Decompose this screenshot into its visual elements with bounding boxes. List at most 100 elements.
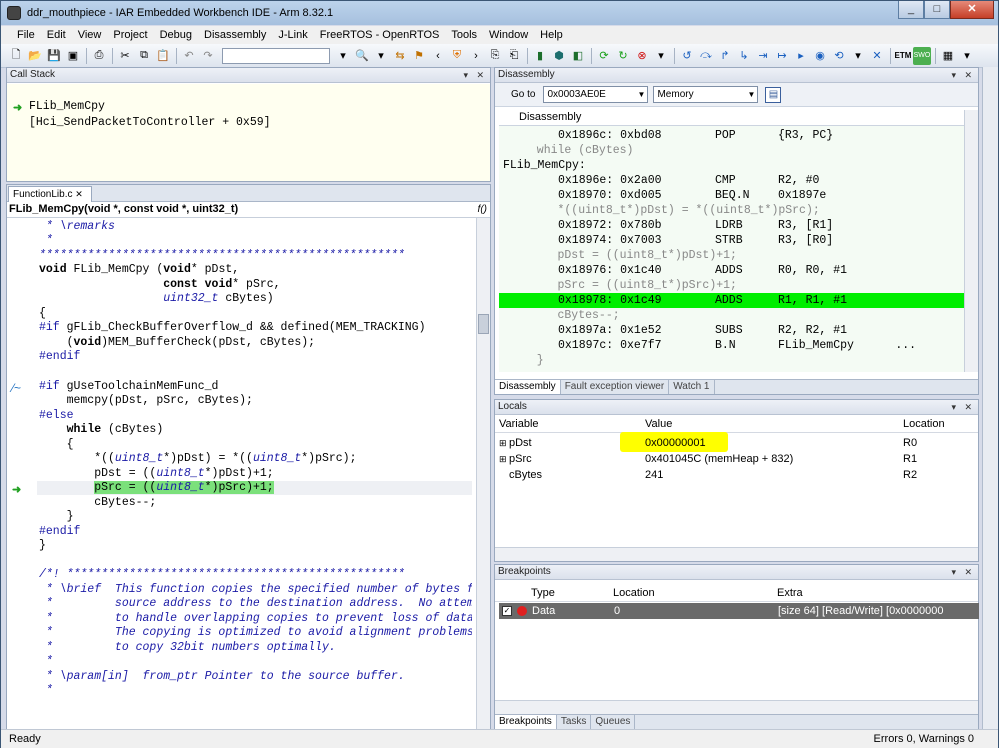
call-stack-frame[interactable]: [Hci_SendPacketToController + 0x59] [29,116,271,130]
prev-bookmark-icon[interactable]: ‹ [429,47,447,65]
tab-disassembly[interactable]: Disassembly [495,380,561,394]
step-out-icon[interactable]: ⇥ [754,47,772,65]
breakpoints-horizontal-scrollbar[interactable] [495,700,978,714]
disassembly-row[interactable]: } [499,353,964,368]
column-extra[interactable]: Extra [777,587,803,599]
disassembly-row[interactable]: pDst = ((uint8_t*)pDst)+1; [499,248,964,263]
tab-tasks[interactable]: Tasks [557,715,592,729]
disassembly-row[interactable]: 0x18974: 0x7003 STRB R3, [R0] [499,233,964,248]
tab-breakpoints[interactable]: Breakpoints [495,715,557,729]
restart-icon[interactable]: ⟲ [830,47,848,65]
locals-row[interactable]: cBytes 241 R2 [495,467,965,483]
paste-icon[interactable]: 📋 [154,47,172,65]
disassembly-row[interactable]: 0x18970: 0xd005 BEQ.N 0x1897e [499,188,964,203]
find-icon[interactable]: 🔍 [353,47,371,65]
tab-watch-1[interactable]: Watch 1 [669,380,715,394]
disassembly-row[interactable]: FLib_MemCpy: [499,158,964,173]
tab-fault-exception-viewer[interactable]: Fault exception viewer [561,380,670,394]
toggle-bookmark-icon[interactable]: ⚑ [410,47,428,65]
stop-build-icon[interactable]: ◧ [569,47,587,65]
goto-icon[interactable]: ⇆ [391,47,409,65]
expand-icon[interactable]: ⊞ [499,435,507,451]
panel-controls[interactable]: ▾ ✕ [463,68,487,82]
disassembly-row[interactable]: 0x1897c: 0xe7f7 B.N FLib_MemCpy ... [499,338,964,353]
make-icon[interactable]: ⬢ [550,47,568,65]
disassembly-listing[interactable]: 0x1896c: 0xbd08 POP {R3, PC} while (cBytes… [499,126,964,372]
menu-jlink[interactable]: J-Link [272,29,313,41]
expand-icon[interactable]: ⊞ [499,451,507,467]
save-all-icon[interactable]: ▣ [64,47,82,65]
go-icon[interactable]: ◉ [811,47,829,65]
new-file-icon[interactable]: 🗋 [7,47,25,65]
navigate-forward-icon[interactable]: ⎗ [505,47,523,65]
download-debug-icon[interactable]: ⟳ [595,47,613,65]
restart-dropdown-icon[interactable]: ▾ [849,47,867,65]
panel-controls[interactable]: ▾ ✕ [951,400,975,414]
undo-icon[interactable]: ↶ [180,47,198,65]
goto-address-combo[interactable]: 0x0003AE0E ▼ [543,86,649,103]
call-stack-frame[interactable]: FLib_MemCpy [29,100,105,114]
stop-debug-dropdown-icon[interactable]: ▾ [652,47,670,65]
cut-icon[interactable]: ✂ [116,47,134,65]
disassembly-row[interactable]: 0x1896e: 0x2a00 CMP R2, #0 [499,173,964,188]
variable-value[interactable]: 0x00000001 [645,435,706,451]
disassembly-row[interactable]: cBytes--; [499,308,964,323]
disassembly-row[interactable]: 0x18972: 0x780b LDRB R3, [R1] [499,218,964,233]
compile-icon[interactable]: ▮ [531,47,549,65]
menu-view[interactable]: View [72,29,108,41]
editor-gutter[interactable]: ⁄~ ➜ [7,218,35,731]
editor-tab[interactable]: FunctionLib.c ✕ [8,186,92,202]
menu-freertos[interactable]: FreeRTOS - OpenRTOS [314,29,446,41]
column-variable[interactable]: Variable [499,418,539,430]
swo-icon[interactable]: SWO [913,46,931,65]
etm-icon[interactable]: ETM [894,47,912,65]
menu-window[interactable]: Window [483,29,534,41]
disassembly-row[interactable]: 0x1897a: 0x1e52 SUBS R2, R2, #1 [499,323,964,338]
memory-zone-combo[interactable]: Memory ▼ [653,86,759,103]
menu-debug[interactable]: Debug [154,29,198,41]
close-button[interactable]: ✕ [950,1,994,19]
locals-row[interactable]: ⊞ pSrc 0x401045C (memHeap + 832) R1 [495,451,965,467]
step-over-icon[interactable]: ↱ [716,47,734,65]
disassembly-row[interactable]: *((uint8_t*)pDst) = *((uint8_t*)pSrc); [499,203,964,218]
panel-controls[interactable]: ▾ ✕ [951,565,975,579]
security-icon[interactable]: ⛨ [448,47,466,65]
maximize-button[interactable]: □ [924,1,950,19]
mixed-mode-icon[interactable]: ▤ [765,86,782,103]
disassembly-row[interactable]: while (cBytes) [499,143,964,158]
column-location[interactable]: Location [903,418,945,430]
tab-queues[interactable]: Queues [591,715,636,729]
disassembly-row[interactable]: 0x18976: 0x1c40 ADDS R0, R0, #1 [499,263,964,278]
column-value[interactable]: Value [645,418,672,430]
column-location[interactable]: Location [613,587,655,599]
close-tab-icon[interactable]: ✕ [75,189,83,199]
search-combo[interactable] [222,47,330,64]
editor-scrollbar[interactable] [476,218,490,731]
menu-disassembly[interactable]: Disassembly [198,29,272,41]
print-icon[interactable]: ⎙ [90,47,108,65]
menu-tools[interactable]: Tools [445,29,483,41]
open-file-icon[interactable]: 📂 [26,47,44,65]
menu-edit[interactable]: Edit [41,29,72,41]
stop-debug-icon[interactable]: ⊗ [633,47,651,65]
run-to-cursor-icon[interactable]: ▸ [792,47,810,65]
locals-horizontal-scrollbar[interactable] [495,547,978,561]
enable-checkbox[interactable]: ✓ [502,606,512,616]
debug-no-download-icon[interactable]: ↻ [614,47,632,65]
breakpoint-row[interactable]: ✓ Data 0 [size 64] [Read/Write] [0x00000… [499,603,979,619]
menu-project[interactable]: Project [107,29,153,41]
panel-controls[interactable]: ▾ ✕ [951,68,975,82]
layout-dropdown-icon[interactable]: ▾ [958,47,976,65]
save-icon[interactable]: 💾 [45,47,63,65]
break-all-icon[interactable]: ✕ [868,47,886,65]
locals-row[interactable]: ⊞ pDst 0x00000001 R0 [495,432,965,452]
menu-file[interactable]: File [11,29,41,41]
find-dropdown-icon[interactable]: ▾ [372,47,390,65]
disassembly-scrollbar[interactable] [964,110,978,372]
navigate-back-icon[interactable]: ⎘ [486,47,504,65]
function-icon[interactable]: f() [478,202,487,217]
redo-icon[interactable]: ↷ [199,47,217,65]
editor-scroll-thumb[interactable] [478,314,489,334]
menu-help[interactable]: Help [534,29,569,41]
variable-value[interactable]: 241 [645,467,663,483]
